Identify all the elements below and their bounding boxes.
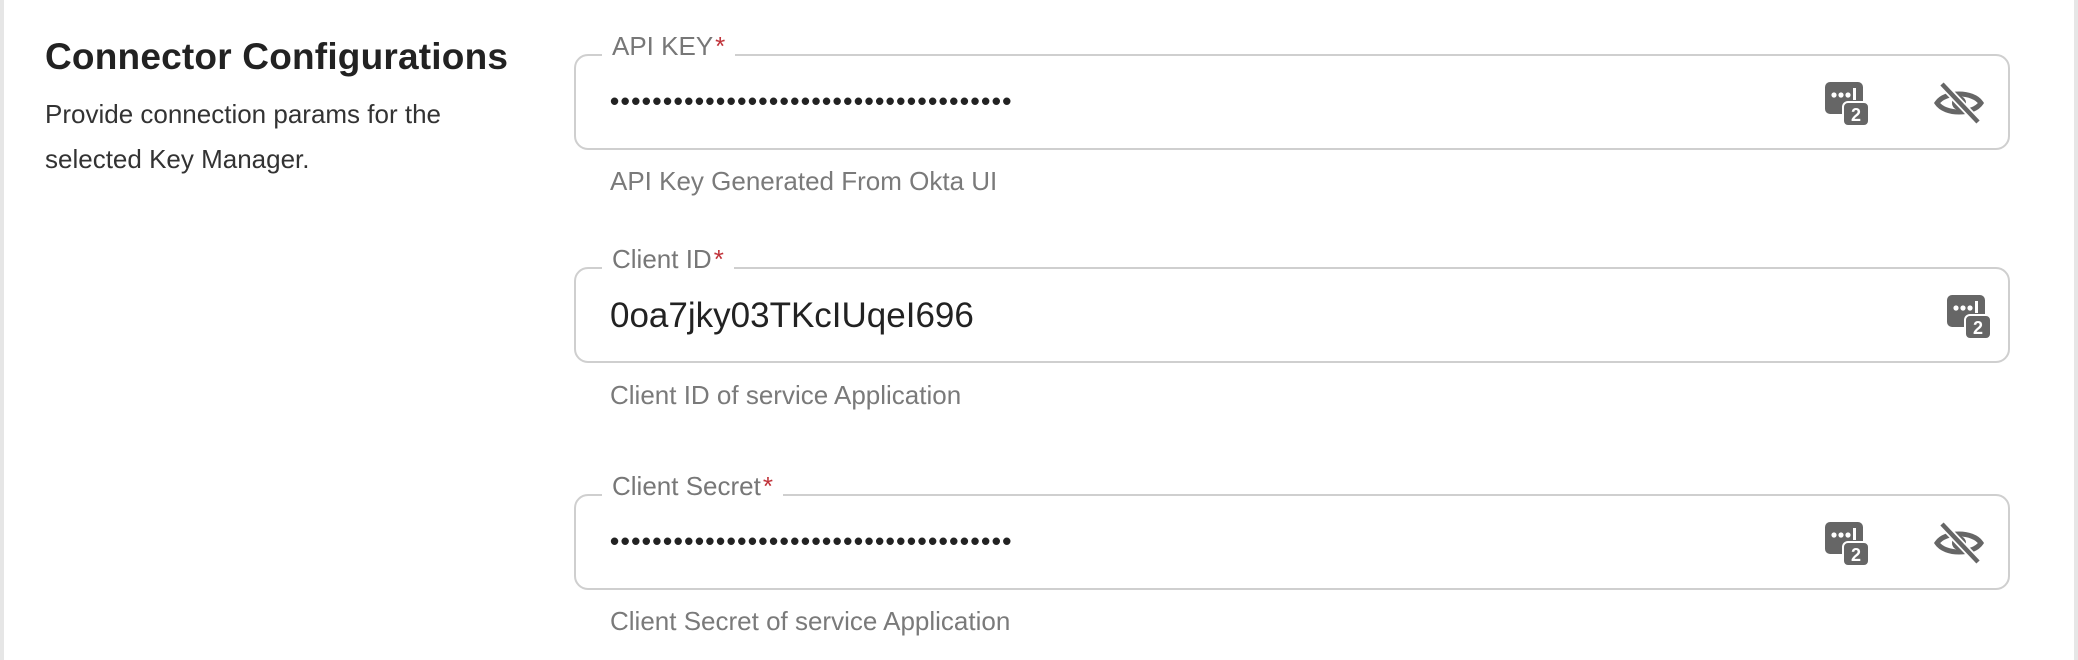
required-mark: * (715, 31, 726, 61)
client-secret-label: Client Secret* (602, 471, 783, 502)
client-id-field[interactable]: Client ID* 0oa7jky03TKcIUqeI696 2 (574, 244, 2010, 363)
svg-text:2: 2 (1851, 105, 1861, 125)
eye-off-icon[interactable] (1934, 518, 1984, 568)
right-divider (2074, 0, 2078, 660)
client-secret-field[interactable]: Client Secret* •••••••••••••••••••••••••… (574, 471, 2010, 590)
api-key-helper-text: API Key Generated From Okta UI (610, 166, 998, 196)
section-description: Provide connection params for the select… (45, 99, 441, 174)
password-generator-icon[interactable]: 2 (1822, 78, 1872, 128)
eye-off-icon[interactable] (1934, 78, 1984, 128)
left-divider (0, 0, 4, 660)
section-title: Connector Configurations (45, 36, 509, 77)
client-secret-input[interactable]: •••••••••••••••••••••••••••••••••••••• (610, 526, 1013, 557)
client-secret-label-text: Client Secret (612, 471, 761, 501)
client-id-label: Client ID* (602, 244, 734, 275)
svg-text:2: 2 (1851, 545, 1861, 565)
password-generator-icon[interactable]: 2 (1944, 291, 1994, 341)
client-id-helper-text: Client ID of service Application (610, 380, 962, 410)
api-key-input[interactable]: •••••••••••••••••••••••••••••••••••••• (610, 86, 1013, 117)
client-id-label-text: Client ID (612, 244, 712, 274)
required-mark: * (762, 471, 773, 501)
client-secret-helper-text: Client Secret of service Application (610, 606, 1011, 636)
password-generator-icon[interactable]: 2 (1822, 518, 1872, 568)
api-key-field[interactable]: API KEY* •••••••••••••••••••••••••••••••… (574, 31, 2010, 150)
svg-text:2: 2 (1973, 318, 1983, 338)
api-key-label-text: API KEY (612, 31, 714, 61)
client-id-input[interactable]: 0oa7jky03TKcIUqeI696 (610, 296, 974, 336)
required-mark: * (713, 244, 724, 274)
api-key-label: API KEY* (602, 31, 736, 62)
